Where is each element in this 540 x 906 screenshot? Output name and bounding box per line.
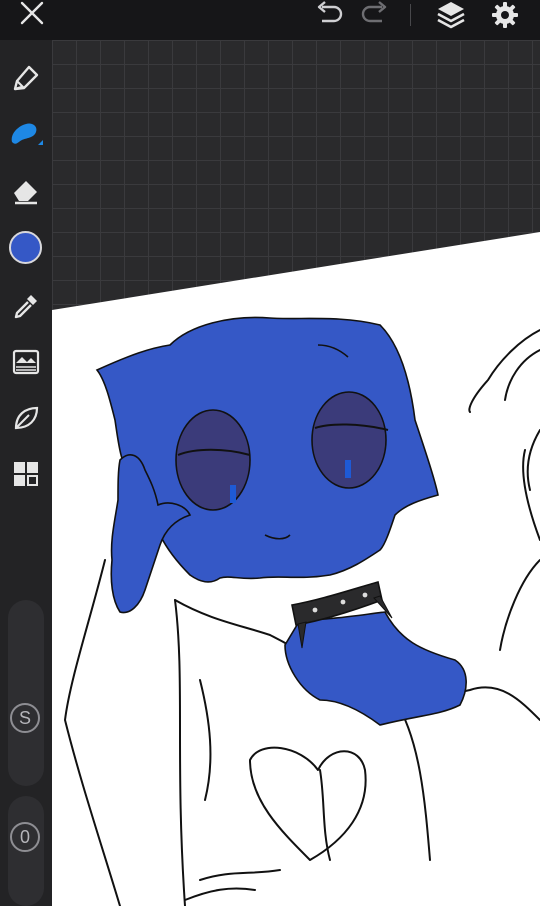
drawing-canvas[interactable] [52, 40, 540, 906]
opacity-label: 0 [10, 822, 40, 852]
toolbar-divider [410, 4, 411, 26]
tool-sidebar: S 0 [0, 40, 52, 906]
image-adjust-icon[interactable] [8, 344, 44, 380]
color-swatch[interactable] [9, 231, 42, 264]
character-left-eye [175, 409, 251, 511]
liquify-leaf-icon[interactable] [8, 400, 44, 436]
redo-icon[interactable] [358, 0, 392, 26]
close-icon[interactable] [14, 0, 50, 26]
brush-icon[interactable] [6, 116, 46, 152]
gallery-grid-icon[interactable] [8, 456, 44, 492]
top-toolbar [0, 0, 540, 40]
layers-icon[interactable] [434, 0, 468, 30]
brush-size-slider[interactable] [8, 600, 44, 786]
undo-icon[interactable] [312, 0, 346, 26]
gear-icon[interactable] [488, 0, 522, 30]
pencil-icon[interactable] [8, 60, 44, 96]
eraser-icon[interactable] [8, 172, 44, 208]
eyedropper-icon[interactable] [8, 288, 44, 324]
brush-size-label: S [10, 703, 40, 733]
artwork [52, 232, 540, 906]
